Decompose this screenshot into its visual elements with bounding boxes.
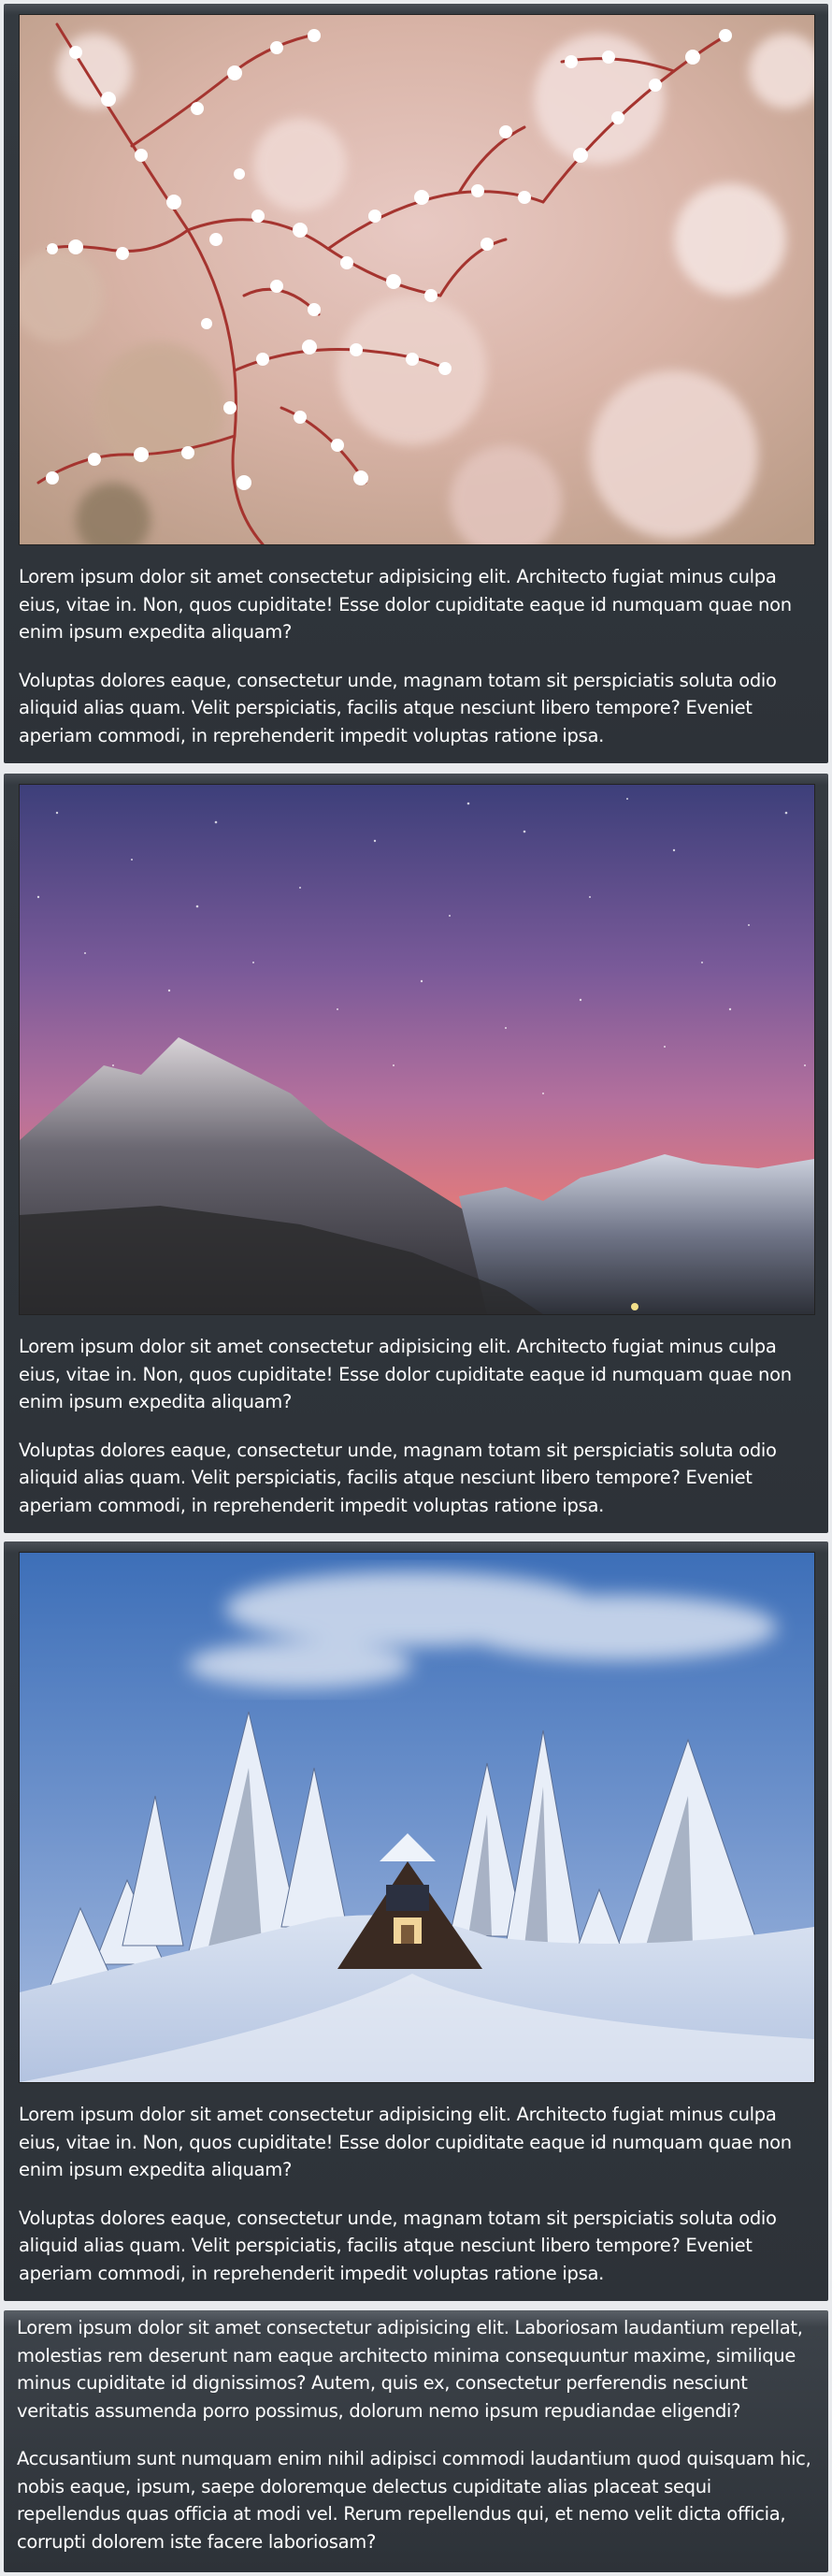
text-card: Lorem ipsum dolor sit amet consectetur a…: [4, 2310, 828, 2572]
card-paragraph: Lorem ipsum dolor sit amet consectetur a…: [19, 2104, 792, 2180]
image-card-2: Lorem ipsum dolor sit amet consectetur a…: [4, 774, 828, 1533]
card-paragraph: Voluptas dolores eaque, consectetur unde…: [19, 2207, 777, 2284]
card-paragraph: Lorem ipsum dolor sit amet consectetur a…: [19, 566, 792, 643]
text-card-body: Lorem ipsum dolor sit amet consectetur a…: [17, 2314, 817, 2576]
card-paragraph: Voluptas dolores eaque, consectetur unde…: [19, 1439, 777, 1516]
text-card-paragraph: Accusantium sunt numquam enim nihil adip…: [17, 2448, 811, 2553]
snowy-cabin-image: [19, 1552, 815, 2083]
card-body-2: Lorem ipsum dolor sit amet consectetur a…: [19, 1333, 813, 1540]
card-body-3: Lorem ipsum dolor sit amet consectetur a…: [19, 2101, 813, 2308]
image-card-1: Lorem ipsum dolor sit amet consectetur a…: [4, 4, 828, 763]
image-card-3: Lorem ipsum dolor sit amet consectetur a…: [4, 1541, 828, 2301]
text-card-paragraph: Lorem ipsum dolor sit amet consectetur a…: [17, 2317, 803, 2422]
card-paragraph: Voluptas dolores eaque, consectetur unde…: [19, 669, 777, 746]
card-paragraph: Lorem ipsum dolor sit amet consectetur a…: [19, 1336, 792, 1412]
card-body-1: Lorem ipsum dolor sit amet consectetur a…: [19, 563, 813, 770]
cherry-blossom-image: [19, 14, 815, 545]
mountain-sunset-image: [19, 784, 815, 1315]
